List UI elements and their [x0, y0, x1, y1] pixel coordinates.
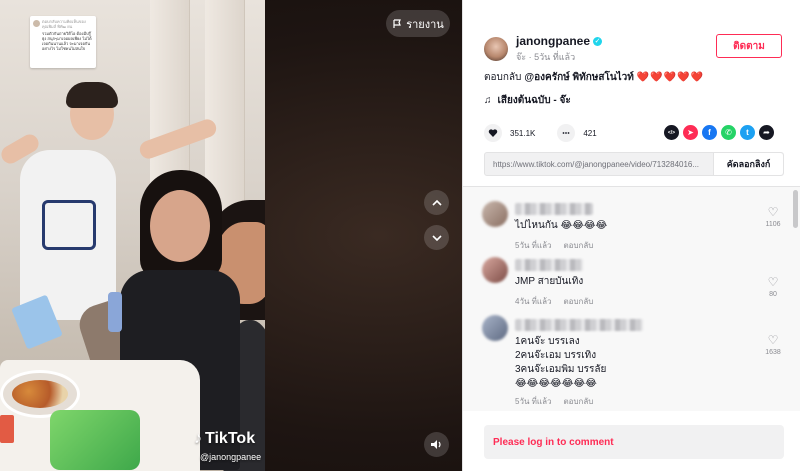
username-text: janongpanee [516, 34, 591, 48]
comment-meta: 5วัน ที่แล้ว ตอบกลับ [515, 239, 593, 252]
chevron-down-icon [431, 234, 442, 241]
comment-time: 5วัน ที่แล้ว [515, 397, 552, 406]
facebook-icon[interactable]: f [702, 125, 717, 140]
reply-button[interactable]: ตอบกลับ [563, 295, 593, 308]
watermark-username: @janongpanee [200, 452, 262, 462]
comment-like-count: 1638 [765, 349, 781, 356]
next-video-button[interactable] [424, 225, 449, 250]
report-label: รายงาน [406, 18, 444, 31]
speaker-icon [431, 440, 441, 449]
post-time: 5วัน ที่แล้ว [534, 52, 576, 62]
shirt-logo [42, 200, 96, 250]
comment-list[interactable]: ไปไหนกัน 😂😂😂😂 5วัน ที่แล้ว ตอบกลับ ♡ 110… [463, 186, 800, 411]
tiktok-watermark: ♪ TikTok [194, 430, 255, 448]
like-button[interactable] [484, 124, 502, 142]
caption-avatar [33, 20, 40, 27]
engagement-stats: 351.1K 421 [484, 124, 611, 142]
comment-text: ไปไหนกัน 😂😂😂😂 [515, 220, 608, 231]
caption-body: รวมตัวกันถ่ายวิดีโอ ต้องมีปรู๊ยุ่ง สนุกๆ… [42, 31, 92, 51]
comment-icon [562, 132, 570, 134]
share-arrow-icon[interactable]: ➦ [759, 125, 774, 140]
comment-time: 4วัน ที่แล้ว [515, 297, 552, 306]
comment-like-button[interactable]: ♡ 80 [761, 275, 785, 298]
cup [0, 415, 14, 443]
heart-outline-icon: ♡ [767, 205, 779, 219]
reply-button[interactable]: ตอบกลับ [563, 395, 593, 408]
caption-header: ตอบกลับความคิดเห็นของ คุณพิมส์ พิทัฒ ยน [42, 19, 86, 29]
author-subline: จ๊ะ · 5วัน ที่แล้ว [516, 52, 576, 62]
comment-like-button[interactable]: ♡ 1638 [761, 333, 785, 356]
embed-icon[interactable]: </> [664, 125, 679, 140]
comment-text: 1คนจ๊ะ บรรเลง 2คนจ๊ะเอม บรรเทิง 3คนจ๊ะเอ… [515, 336, 607, 389]
commenter-name-redacted [515, 259, 583, 271]
chevron-up-icon [431, 199, 442, 206]
comment-like-count: 80 [769, 291, 777, 298]
video-frame[interactable]: ตอบกลับความคิดเห็นของ คุณพิมส์ พิทัฒ ยน … [0, 0, 265, 471]
send-icon[interactable]: ➤ [683, 125, 698, 140]
sound-link[interactable]: ♫ เสียงต้นฉบับ - จ๊ะ [484, 93, 571, 108]
reply-button[interactable]: ตอบกลับ [563, 239, 593, 252]
comments-scrollbar[interactable] [793, 190, 798, 228]
bottle [108, 292, 122, 332]
music-note-icon: ♫ [484, 95, 492, 106]
twitter-icon[interactable]: t [740, 125, 755, 140]
author-avatar[interactable] [484, 37, 508, 61]
commenter-avatar[interactable] [482, 201, 508, 227]
video-link-text[interactable]: https://www.tiktok.com/@janongpanee/vide… [485, 160, 713, 169]
volume-button[interactable] [424, 432, 449, 457]
sound-name: เสียงต้นฉบับ - จ๊ะ [497, 95, 571, 106]
person-head [150, 190, 210, 262]
food [12, 380, 68, 408]
heart-icon [488, 129, 498, 137]
tiktok-video-page: ตอบกลับความคิดเห็นของ คุณพิมส์ พิทัฒ ยน … [0, 0, 800, 471]
commenter-avatar[interactable] [482, 257, 508, 283]
report-button[interactable]: รายงาน [386, 10, 450, 37]
previous-video-button[interactable] [424, 190, 449, 215]
hearts-emoji: ❤️❤️❤️❤️❤️ [636, 72, 705, 83]
login-to-comment-prompt[interactable]: Please log in to comment [484, 425, 784, 459]
flag-icon [393, 18, 402, 28]
comment-like-count: 1106 [765, 221, 781, 228]
tiktok-logo-icon: ♪ [194, 430, 202, 447]
post-details-panel: janongpanee ✓ จ๊ะ · 5วัน ที่แล้ว ติดตาม … [462, 0, 800, 471]
reply-prefix: ตอบกลับ [484, 72, 522, 83]
author-display-name: จ๊ะ [516, 52, 527, 62]
author-username[interactable]: janongpanee ✓ [516, 34, 603, 48]
tiktok-watermark-text: TikTok [205, 430, 256, 447]
commenter-name-redacted [515, 319, 643, 331]
mention-link[interactable]: @องครักษ์ พิทักษสโนไวท์ [524, 70, 634, 85]
commenter-avatar[interactable] [482, 315, 508, 341]
comment-meta: 4วัน ที่แล้ว ตอบกลับ [515, 295, 593, 308]
verified-badge-icon: ✓ [593, 36, 603, 46]
comment-like-button[interactable]: ♡ 1106 [761, 205, 785, 228]
whatsapp-icon[interactable]: ✆ [721, 125, 736, 140]
follow-button[interactable]: ติดตาม [716, 34, 782, 58]
comment-meta: 5วัน ที่แล้ว ตอบกลับ [515, 395, 593, 408]
comment-item: 1คนจ๊ะ บรรเลง 2คนจ๊ะเอม บรรเทิง 3คนจ๊ะเอ… [463, 315, 793, 411]
person-hair [66, 82, 118, 108]
commenter-name-redacted [515, 203, 593, 215]
snack-bag [50, 410, 140, 470]
copy-link-button[interactable]: คัดลอกลิงก์ [713, 153, 783, 175]
comment-time: 5วัน ที่แล้ว [515, 241, 552, 250]
comment-item: ไปไหนกัน 😂😂😂😂 5วัน ที่แล้ว ตอบกลับ ♡ 110… [463, 201, 793, 261]
comment-count: 421 [583, 128, 597, 138]
comment-button[interactable] [557, 124, 576, 142]
like-count: 351.1K [510, 128, 536, 138]
author-header: janongpanee ✓ จ๊ะ · 5วัน ที่แล้ว [484, 34, 603, 64]
reply-caption-card: ตอบกลับความคิดเห็นของ คุณพิมส์ พิทัฒ ยน … [30, 16, 96, 68]
post-description: ตอบกลับ @องครักษ์ พิทักษสโนไวท์ ❤️❤️❤️❤️… [484, 70, 704, 85]
heart-outline-icon: ♡ [767, 275, 779, 289]
comment-text: JMP สายบันเทิง [515, 276, 584, 287]
share-buttons: </> ➤ f ✆ t ➦ [664, 125, 774, 140]
comment-item: JMP สายบันเทิง 4วัน ที่แล้ว ตอบกลับ ♡ 80 [463, 257, 793, 317]
copy-link-row: https://www.tiktok.com/@janongpanee/vide… [484, 152, 784, 176]
heart-outline-icon: ♡ [767, 333, 779, 347]
video-player[interactable]: ตอบกลับความคิดเห็นของ คุณพิมส์ พิทัฒ ยน … [0, 0, 462, 471]
